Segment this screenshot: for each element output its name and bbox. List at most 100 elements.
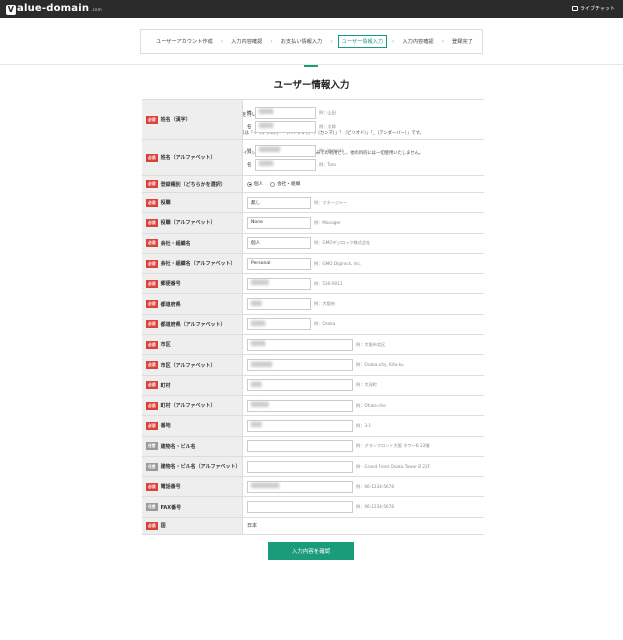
form-row: 必須 都道府県 ███ 例：大阪府 <box>142 294 484 315</box>
row-label: 任意 建物名・ビル名（アルファベット） <box>142 456 243 477</box>
text-input[interactable]: █████ <box>247 277 311 290</box>
text-input[interactable] <box>247 501 353 514</box>
example: 例：Osaka-city, Kita-ku <box>356 362 404 368</box>
step-4: › ユーザー情報入力 <box>325 35 388 48</box>
example: 例：マネージャー <box>314 199 348 205</box>
required-badge: 必須 <box>146 401 158 410</box>
first-name-prefix: 名 <box>247 162 252 168</box>
example: 例：太郎 <box>319 123 336 129</box>
chevron-right-icon: › <box>441 38 444 45</box>
text-input[interactable]: ███ <box>247 419 353 432</box>
logo-suffix: .com <box>91 7 102 12</box>
input-value: None <box>251 220 263 226</box>
row-field: Personal 例：GMO Digirock, Inc. <box>243 254 484 273</box>
required-badge: 必須 <box>146 115 158 124</box>
top-bar: Value-domain .com ライブチャット <box>0 0 623 18</box>
row-field: ████ 例：大阪市北区 <box>243 335 484 354</box>
example: 例：グランフロント大阪 タワーB 22階 <box>356 443 430 449</box>
row-name-alpha: 必須 姓名（アルファベット） 姓 ██████ 例：Yamada 名 ████ 例：Tar… <box>142 140 484 176</box>
example: 例：大深町 <box>356 382 377 388</box>
label-text: 国 <box>160 523 166 530</box>
example: 例：GMO Digirock, Inc. <box>314 260 362 266</box>
optional-badge: 任意 <box>146 503 158 512</box>
label-text: 建物名・ビル名（アルファベット） <box>160 464 241 470</box>
example: 例：Osaka <box>314 321 336 327</box>
label-text: 姓名（漢字） <box>160 117 191 123</box>
text-input[interactable]: Personal <box>247 257 311 270</box>
chevron-right-icon: › <box>392 38 395 45</box>
form-row: 必須 都道府県（アルファベット） ████ 例：Osaka <box>142 314 484 336</box>
first-name-alpha-input[interactable]: ████ <box>255 158 316 171</box>
label-text: 姓名（アルファベット） <box>160 155 216 161</box>
form-row: 必須 市区（アルファベット） ██████ 例：Osaka-city, Kita-ku <box>142 355 484 376</box>
text-input[interactable]: ████ <box>247 318 311 331</box>
text-input[interactable]: ████ <box>247 338 353 351</box>
text-input[interactable]: ██████ <box>247 359 353 372</box>
step-label: ユーザー情報入力 <box>337 35 388 48</box>
step-6: › 登録完了 <box>437 36 476 47</box>
row-label: 必須 会社・組織名（アルファベット） <box>142 253 243 274</box>
label-text: 電話番号 <box>160 484 181 491</box>
required-badge: 必須 <box>146 259 158 268</box>
input-value: ██████ <box>251 362 273 368</box>
step-1: ユーザーアカウント作成 <box>153 36 216 47</box>
row-label: 必須 町村 <box>142 375 243 395</box>
label-text: 役職（アルファベット） <box>160 220 216 227</box>
row-country: 必須国 日本 <box>142 517 484 535</box>
text-input[interactable] <box>247 440 353 453</box>
user-info-form: 必須 姓名（漢字） 姓 ████ 例：山田 名 ████ 例：太郎 必須 姓名（アルファベッ… <box>142 99 484 535</box>
radio-individual-label[interactable]: 個人 <box>254 181 263 187</box>
text-input[interactable] <box>247 460 353 473</box>
row-label: 任意 建物名・ビル名 <box>142 436 243 456</box>
confirm-button[interactable]: 入力内容を確認 <box>268 542 354 560</box>
label-text: 郵便番号 <box>160 281 181 288</box>
label-text: 番地 <box>160 423 171 430</box>
text-input[interactable]: None <box>247 216 311 229</box>
radio-company[interactable] <box>270 181 276 187</box>
text-input[interactable]: 個人 <box>247 237 311 250</box>
text-input[interactable]: █████ <box>247 399 353 412</box>
input-value: ███ <box>251 423 262 429</box>
label-text: 都道府県 <box>160 301 181 308</box>
label-text: 町村（アルファベット） <box>160 403 216 410</box>
input-value: ████████ <box>251 484 280 490</box>
row-field: ███ 例：大深町 <box>243 376 484 395</box>
form-row: 必須 郵便番号 █████ 例：530-0011 <box>142 274 484 295</box>
last-name-alpha-input[interactable]: ██████ <box>255 144 316 157</box>
required-badge: 必須 <box>146 239 158 248</box>
text-input[interactable]: ███ <box>247 298 311 311</box>
label-text: 会社・組織名 <box>160 240 191 247</box>
text-input[interactable]: ████████ <box>247 480 353 493</box>
required-badge: 必須 <box>146 320 158 329</box>
example: 例：Taro <box>319 161 336 167</box>
required-badge: 必須 <box>146 421 158 430</box>
live-chat-link[interactable]: ライブチャット <box>572 5 615 12</box>
text-input[interactable]: ███ <box>247 379 353 392</box>
label-text: 登録種別（どちらかを選択） <box>160 181 226 188</box>
form-row: 必須 会社・組織名 個人 例：GMOデジロック株式会社 <box>142 233 484 254</box>
example: 例：Manager <box>314 219 341 225</box>
row-field: ██████ 例：Osaka-city, Kita-ku <box>243 355 484 374</box>
form-row: 必須 役職（アルファベット） None 例：Manager <box>142 213 484 234</box>
form-row: 任意 FAX番号 例：06-1234-5678 <box>142 497 484 518</box>
required-badge: 必須 <box>146 218 158 227</box>
step-label: お支払い情報入力 <box>280 39 323 45</box>
logo[interactable]: Value-domain .com <box>6 3 102 15</box>
row-field: None 例：Manager <box>243 213 484 232</box>
radio-company-label[interactable]: 会社・組織 <box>277 181 300 187</box>
chevron-right-icon: › <box>220 38 224 45</box>
example: 例：GMOデジロック株式会社 <box>314 240 371 246</box>
input-value: ████ <box>259 162 274 167</box>
first-name-kanji-input[interactable]: ████ <box>255 120 316 133</box>
radio-individual[interactable] <box>247 181 252 187</box>
form-row: 必須 市区 ████ 例：大阪市北区 <box>142 335 484 356</box>
input-value: █████ <box>251 281 269 287</box>
live-chat-label: ライブチャット <box>580 6 615 12</box>
text-input[interactable]: 無し <box>247 196 311 209</box>
input-value: 個人 <box>251 241 261 247</box>
chevron-right-icon: › <box>330 38 333 45</box>
label-text: 市区（アルファベット） <box>160 362 216 369</box>
page-title: ユーザー情報入力 <box>273 80 350 91</box>
last-name-kanji-input[interactable]: ████ <box>255 106 316 119</box>
label-text: 市区 <box>160 342 171 349</box>
